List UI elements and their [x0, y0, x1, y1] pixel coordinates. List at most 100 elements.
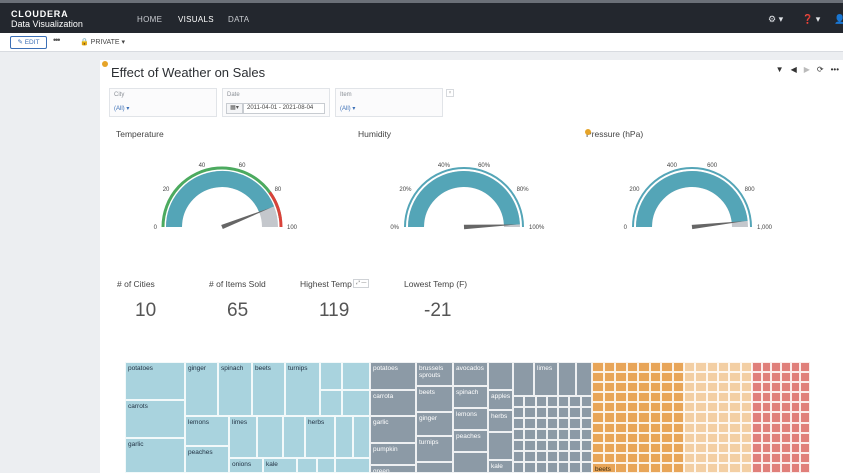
treemap-cell[interactable]	[695, 412, 707, 423]
treemap-cell[interactable]	[752, 452, 762, 463]
treemap-cell[interactable]	[672, 422, 684, 433]
treemap-cell[interactable]	[569, 451, 581, 462]
treemap-cell[interactable]	[592, 432, 604, 443]
treemap-cell[interactable]	[729, 412, 741, 423]
treemap-cell[interactable]: beets	[252, 362, 285, 416]
treemap-cell[interactable]	[695, 452, 707, 463]
treemap-cell[interactable]	[718, 392, 730, 403]
treemap-cell[interactable]: peaches	[185, 446, 229, 473]
treemap-cell[interactable]	[615, 442, 627, 453]
treemap-cell[interactable]	[684, 402, 696, 413]
treemap-cell[interactable]	[800, 382, 810, 393]
treemap-cell[interactable]	[695, 432, 707, 443]
user-icon[interactable]: 👤	[834, 14, 843, 25]
treemap-cell[interactable]	[297, 458, 317, 473]
treemap-cell[interactable]: beets	[416, 386, 453, 412]
treemap-cell[interactable]: peaches	[453, 430, 488, 452]
treemap-cell[interactable]: lemons	[453, 408, 488, 430]
treemap-cell[interactable]	[661, 412, 673, 423]
treemap-cell[interactable]	[781, 392, 791, 403]
treemap-cell[interactable]	[661, 372, 673, 383]
city-filter-select[interactable]: (All) ▾	[114, 105, 129, 112]
treemap-cell[interactable]	[684, 432, 696, 443]
treemap-cell[interactable]	[800, 402, 810, 413]
treemap-cell[interactable]	[781, 422, 791, 433]
treemap-cell[interactable]	[729, 462, 741, 473]
treemap-cell[interactable]	[535, 451, 547, 462]
treemap-cell[interactable]	[752, 422, 762, 433]
treemap-cell[interactable]	[558, 407, 570, 418]
treemap-cell[interactable]	[771, 412, 781, 423]
treemap-cell[interactable]	[740, 382, 752, 393]
treemap-cell[interactable]	[353, 416, 370, 458]
treemap-cell[interactable]	[335, 458, 370, 473]
treemap-cell[interactable]	[257, 416, 283, 458]
treemap-cell[interactable]	[546, 396, 559, 407]
treemap-cell[interactable]	[580, 451, 592, 462]
treemap-cell[interactable]: ginger	[416, 412, 453, 436]
treemap-cell[interactable]	[626, 442, 638, 453]
treemap-cell[interactable]	[718, 452, 730, 463]
treemap-cell[interactable]	[615, 412, 627, 423]
treemap-cell[interactable]	[695, 422, 707, 433]
treemap-cell[interactable]	[569, 429, 581, 440]
treemap-cell[interactable]	[718, 462, 730, 473]
treemap-cell[interactable]: ginger	[185, 362, 218, 416]
treemap-cell[interactable]: brussels sprouts	[416, 362, 453, 386]
treemap-cell[interactable]	[695, 392, 707, 403]
treemap-cell[interactable]	[761, 362, 772, 373]
treemap-cell[interactable]	[661, 452, 673, 463]
treemap-cell[interactable]	[790, 442, 801, 453]
treemap-cell[interactable]	[317, 458, 335, 473]
treemap-cell[interactable]	[729, 452, 741, 463]
treemap-cell[interactable]	[661, 462, 673, 473]
treemap-cell[interactable]	[342, 390, 370, 416]
treemap-cell[interactable]	[771, 422, 781, 433]
treemap-cell[interactable]	[706, 382, 718, 393]
treemap-cell[interactable]: apples	[488, 390, 513, 410]
help-menu-icon[interactable]: ❓ ▾	[802, 14, 820, 25]
treemap-cell[interactable]	[649, 372, 661, 383]
treemap-cell[interactable]	[800, 422, 810, 433]
treemap-cell[interactable]	[790, 362, 801, 373]
treemap-cell[interactable]	[800, 432, 810, 443]
treemap-cell[interactable]	[603, 422, 615, 433]
treemap-cell[interactable]	[513, 418, 525, 429]
treemap-cell[interactable]: potatoes	[125, 362, 185, 400]
treemap-cell[interactable]	[706, 402, 718, 413]
treemap-cell[interactable]	[603, 442, 615, 453]
treemap-cell[interactable]: garlic	[370, 416, 416, 443]
treemap-cell[interactable]	[513, 462, 525, 473]
treemap-cell[interactable]	[695, 442, 707, 453]
treemap-cell[interactable]	[546, 440, 559, 451]
treemap-cell[interactable]	[558, 440, 570, 451]
treemap-cell[interactable]	[626, 402, 638, 413]
treemap-cell[interactable]	[729, 422, 741, 433]
treemap-cell[interactable]	[649, 422, 661, 433]
treemap-cell[interactable]	[535, 407, 547, 418]
treemap-cell[interactable]	[546, 418, 559, 429]
treemap-cell[interactable]	[718, 432, 730, 443]
treemap-cell[interactable]	[513, 440, 525, 451]
treemap-cell[interactable]	[580, 407, 592, 418]
treemap-cell[interactable]	[771, 452, 781, 463]
treemap-cell[interactable]	[706, 452, 718, 463]
treemap-cell[interactable]	[718, 372, 730, 383]
city-filter[interactable]: City (All) ▾	[109, 88, 217, 117]
settings-menu-icon[interactable]: ⚙ ▾	[768, 14, 783, 25]
treemap-cell[interactable]	[718, 362, 730, 373]
treemap-cell[interactable]	[320, 390, 342, 416]
treemap-cell[interactable]	[790, 462, 801, 473]
treemap-cell[interactable]	[684, 422, 696, 433]
treemap-cell[interactable]	[752, 362, 762, 373]
nav-visuals[interactable]: VISUALS	[178, 15, 214, 24]
treemap-cell[interactable]	[546, 462, 559, 473]
widget-tools-icon[interactable]: ⤢ —	[353, 279, 370, 288]
treemap-cell[interactable]	[626, 362, 638, 373]
treemap-cell[interactable]	[729, 442, 741, 453]
treemap-cell[interactable]	[672, 362, 684, 373]
treemap-cell[interactable]	[781, 402, 791, 413]
treemap-cell[interactable]	[781, 362, 791, 373]
treemap-cell[interactable]	[488, 362, 513, 390]
treemap-cell[interactable]	[524, 440, 536, 451]
